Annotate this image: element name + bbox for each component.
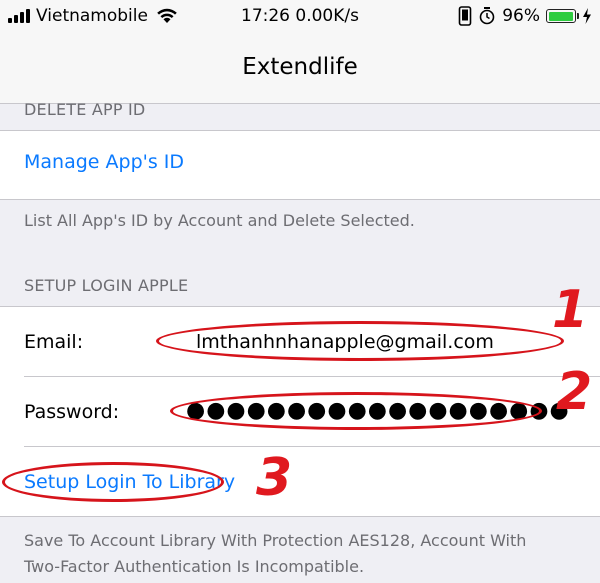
group-login: Email: lmthanhnhanapple@gmail.com Passwo… (0, 306, 600, 517)
setup-login-row[interactable]: Setup Login To Library (0, 447, 600, 517)
email-label: Email: (24, 331, 84, 353)
section-header-login: SETUP LOGIN APPLE (24, 276, 189, 295)
section-header-delete: DELETE APP ID (24, 100, 146, 119)
section-footer-delete: List All App's ID by Account and Delete … (24, 211, 415, 230)
phone-icon (458, 6, 472, 26)
setup-login-link[interactable]: Setup Login To Library (24, 471, 235, 493)
status-bar: Vietnamobile 17:26 0.00K/s 96% (0, 0, 600, 34)
nav-bar: Extendlife (0, 34, 600, 104)
email-row: Email: lmthanhnhanapple@gmail.com (0, 307, 600, 377)
annotation-step-3: 3 (256, 448, 293, 508)
battery-percent: 96% (502, 6, 540, 26)
page-title: Extendlife (242, 54, 358, 80)
battery-icon (546, 9, 579, 23)
email-field[interactable]: lmthanhnhanapple@gmail.com (196, 331, 494, 353)
status-right: 96% (458, 6, 592, 26)
annotation-step-2: 2 (556, 362, 593, 422)
password-field[interactable]: ●●●●●●●●●●●●●●●●●●● (186, 398, 570, 423)
password-label: Password: (24, 401, 120, 423)
alarm-icon (479, 7, 495, 25)
password-row: Password: ●●●●●●●●●●●●●●●●●●● (0, 377, 600, 447)
charging-icon (583, 8, 591, 24)
manage-apps-id-label: Manage App's ID (24, 151, 185, 173)
section-footer-login: Save To Account Library With Protection … (24, 531, 527, 576)
manage-apps-id-link[interactable]: Manage App's ID (24, 151, 600, 173)
battery-fill (548, 11, 573, 21)
group-delete: Manage App's ID (0, 130, 600, 200)
annotation-step-1: 1 (552, 280, 589, 340)
